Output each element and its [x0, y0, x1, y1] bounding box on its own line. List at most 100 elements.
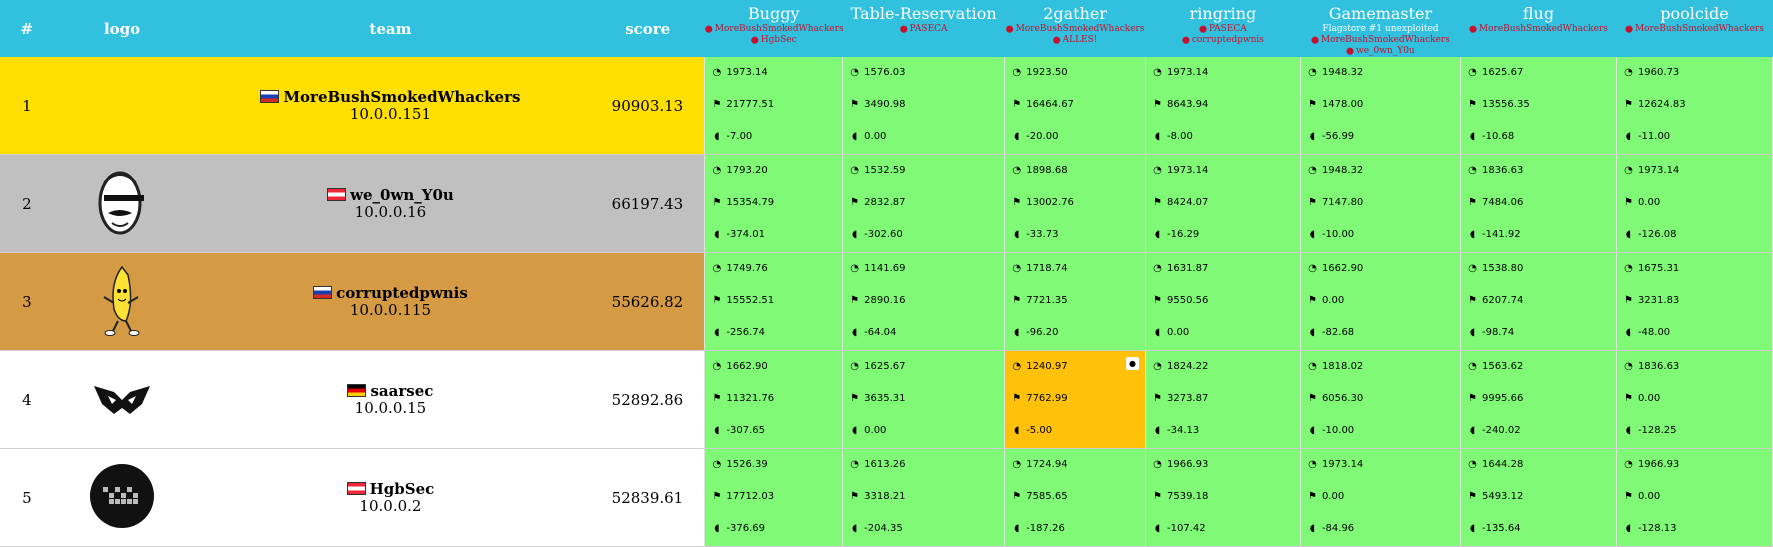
service-header-2gather: 2gather ⬤ MoreBushSmokedWhackers ⬤ ALLES! [1004, 0, 1146, 57]
first-blood-team: MoreBushSmokedWhackers [1634, 24, 1764, 34]
shield-icon: ◖ [1625, 523, 1632, 534]
team-row: 1 MoreBushSmokedWhackers 10.0.0.151 90903.1… [0, 57, 1773, 155]
service-name: ringring [1189, 4, 1257, 23]
sla-line: ◔ 1948.32 [1307, 165, 1363, 176]
service-score-cell[interactable]: ◔ 1973.14 ⚑ 8643.94 ◖ -8.00 [1144, 57, 1301, 155]
offense-line: ⚑ 17712.03 [711, 491, 774, 502]
offense-value: 6207.74 [1481, 295, 1524, 306]
service-score-cell[interactable]: ◔ 1836.63 ⚑ 0.00 ◖ -128.25 [1615, 350, 1773, 449]
defense-line: ◖ -20.00 [1011, 131, 1058, 142]
first-blood-entry: ⬤ MoreBushSmokedWhackers [1616, 24, 1772, 35]
service-score-cell[interactable]: ◔ 1948.32 ⚑ 1478.00 ◖ -56.99 [1299, 57, 1461, 155]
service-score-cell[interactable]: ◔ 1923.50 ⚑ 16464.67 ◖ -20.00 [1004, 57, 1146, 155]
team-name[interactable]: we_0wn_Y0u [350, 186, 454, 204]
defense-line: ◖ -128.25 [1623, 425, 1677, 436]
offense-value: 1478.00 [1321, 99, 1364, 110]
team-logo-cell [53, 57, 191, 155]
service-score-cell[interactable]: ◔ 1960.73 ⚑ 12624.83 ◖ -11.00 [1615, 57, 1773, 155]
team-name[interactable]: corruptedpwnis [336, 284, 468, 302]
sla-line: ◔ 1966.93 [1152, 459, 1208, 470]
service-score-cell[interactable]: ◔ 1662.90 ⚑ 11321.76 ◖ -307.65 [704, 350, 844, 449]
team-logo-cell [53, 252, 191, 351]
gauge-icon: ◔ [850, 361, 860, 372]
defense-value: -141.92 [1481, 229, 1521, 240]
offense-value: 12624.83 [1637, 99, 1686, 110]
service-score-cell[interactable]: ◔ 1724.94 ⚑ 7585.65 ◖ -187.26 [1004, 448, 1146, 547]
team-name[interactable]: MoreBushSmokedWhackers [283, 88, 520, 106]
offense-value: 21777.51 [726, 99, 775, 110]
service-score-cell[interactable]: ◔ 1718.74 ⚑ 7721.35 ◖ -96.20 [1004, 252, 1146, 351]
service-score-cell[interactable]: ◔ 1675.31 ⚑ 3231.83 ◖ -48.00 [1615, 252, 1773, 351]
service-score-cell[interactable]: ◔ 1948.32 ⚑ 7147.80 ◖ -10.00 [1299, 154, 1461, 253]
blood-drop-icon: ⬤ [1005, 25, 1014, 33]
service-score-cell[interactable]: ◔ 1563.62 ⚑ 9995.66 ◖ -240.02 [1459, 350, 1617, 449]
flag-icon: ⚑ [850, 295, 860, 306]
service-score-cell[interactable]: ◔ 1824.22 ⚑ 3273.87 ◖ -34.13 [1144, 350, 1301, 449]
rank-cell: 3 [0, 252, 54, 351]
shield-icon: ◖ [1309, 327, 1316, 338]
shield-icon: ◖ [1625, 229, 1632, 240]
defense-line: ◖ 0.00 [849, 425, 886, 436]
team-name[interactable]: HgbSec [370, 480, 435, 498]
sla-value: 1662.90 [1321, 263, 1364, 274]
service-score-cell[interactable]: ◔ 1576.03 ⚑ 3490.98 ◖ 0.00 [842, 57, 1006, 155]
service-score-cell[interactable]: ◔ 1973.14 ⚑ 0.00 ◖ -84.96 [1299, 448, 1461, 547]
shield-icon: ◖ [1154, 131, 1161, 142]
gauge-icon: ◔ [1468, 67, 1477, 78]
info-icon[interactable]: ● [1125, 357, 1139, 370]
offense-line: ⚑ 0.00 [1307, 295, 1344, 306]
service-score-cell[interactable]: ◔ 1836.63 ⚑ 7484.06 ◖ -141.92 [1459, 154, 1617, 253]
sla-value: 1141.69 [864, 263, 906, 274]
team-name-line: corruptedpwnis [190, 284, 590, 302]
service-score-cell[interactable]: ◔ 1644.28 ⚑ 5493.12 ◖ -135.64 [1459, 448, 1617, 547]
defense-value: -20.00 [1026, 131, 1059, 142]
score-cell: 52839.61 [590, 448, 705, 547]
service-score-cell[interactable]: ◔ 1966.93 ⚑ 7539.18 ◖ -107.42 [1144, 448, 1301, 547]
service-score-cell[interactable]: ◔ 1625.67 ⚑ 13556.35 ◖ -10.68 [1459, 57, 1617, 155]
service-score-cell[interactable]: ◔ 1625.67 ⚑ 3635.31 ◖ 0.00 [842, 350, 1006, 449]
service-score-cell[interactable]: ◔ 1898.68 ⚑ 13002.76 ◖ -33.73 [1004, 154, 1146, 253]
service-score-cell[interactable]: ◔ 1662.90 ⚑ 0.00 ◖ -82.68 [1299, 252, 1461, 351]
shield-icon: ◖ [1625, 131, 1632, 142]
service-score-cell[interactable]: ◔ 1538.80 ⚑ 6207.74 ◖ -98.74 [1459, 252, 1617, 351]
service-score-cell[interactable]: ◔ 1749.76 ⚑ 15552.51 ◖ -256.74 [704, 252, 844, 351]
defense-value: -82.68 [1321, 327, 1355, 338]
flag-icon: ⚑ [1467, 295, 1477, 306]
service-score-cell[interactable]: ◔ 1966.93 ⚑ 0.00 ◖ -128.13 [1615, 448, 1773, 547]
service-score-cell[interactable]: ◔ 1613.26 ⚑ 3318.21 ◖ -204.35 [842, 448, 1006, 547]
service-score-cell[interactable]: ◔ 1240.97 ⚑ 7762.99 ◖ -5.00 ● [1004, 350, 1146, 449]
service-score-cell[interactable]: ◔ 1973.14 ⚑ 21777.51 ◖ -7.00 [704, 57, 844, 155]
service-score-cell[interactable]: ◔ 1973.14 ⚑ 8424.07 ◖ -16.29 [1144, 154, 1301, 253]
shield-icon: ◖ [1014, 131, 1020, 142]
score-cell: 66197.43 [590, 154, 705, 253]
gauge-icon: ◔ [1308, 361, 1317, 372]
sla-value: 1836.63 [1481, 165, 1524, 176]
defense-value: -98.74 [1481, 327, 1515, 338]
offense-line: ⚑ 3318.21 [849, 491, 905, 502]
shield-icon: ◖ [1625, 425, 1632, 436]
gauge-icon: ◔ [1308, 67, 1317, 78]
sla-line: ◔ 1538.80 [1467, 263, 1523, 274]
flag-icon: ⚑ [712, 393, 722, 404]
service-score-cell[interactable]: ◔ 1973.14 ⚑ 0.00 ◖ -126.08 [1615, 154, 1773, 253]
service-score-cell[interactable]: ◔ 1793.20 ⚑ 15354.79 ◖ -374.01 [704, 154, 844, 253]
first-blood-team: ALLES! [1062, 35, 1098, 45]
flag-icon: ⚑ [1467, 491, 1477, 502]
service-score-cell[interactable]: ◔ 1526.39 ⚑ 17712.03 ◖ -376.69 [704, 448, 844, 547]
offense-value: 7147.80 [1321, 197, 1364, 208]
defense-line: ◖ -82.68 [1307, 327, 1354, 338]
offense-value: 3635.31 [864, 393, 906, 404]
offense-value: 13002.76 [1026, 197, 1074, 208]
service-score-cell[interactable]: ◔ 1141.69 ⚑ 2890.16 ◖ -64.04 [842, 252, 1006, 351]
service-score-cell[interactable]: ◔ 1532.59 ⚑ 2832.87 ◖ -302.60 [842, 154, 1006, 253]
offense-value: 15552.51 [726, 295, 775, 306]
flag-icon: ⚑ [1012, 99, 1022, 110]
service-score-cell[interactable]: ◔ 1631.87 ⚑ 9550.56 ◖ 0.00 [1144, 252, 1301, 351]
defense-value: -240.02 [1481, 425, 1521, 436]
dancing-banana-logo [103, 265, 140, 336]
sla-line: ◔ 1625.67 [849, 361, 905, 372]
team-name[interactable]: saarsec [370, 382, 433, 400]
defense-value: -187.26 [1026, 523, 1065, 534]
flag-icon: ⚑ [1307, 295, 1317, 306]
service-score-cell[interactable]: ◔ 1818.02 ⚑ 6056.30 ◖ -10.00 [1299, 350, 1461, 449]
